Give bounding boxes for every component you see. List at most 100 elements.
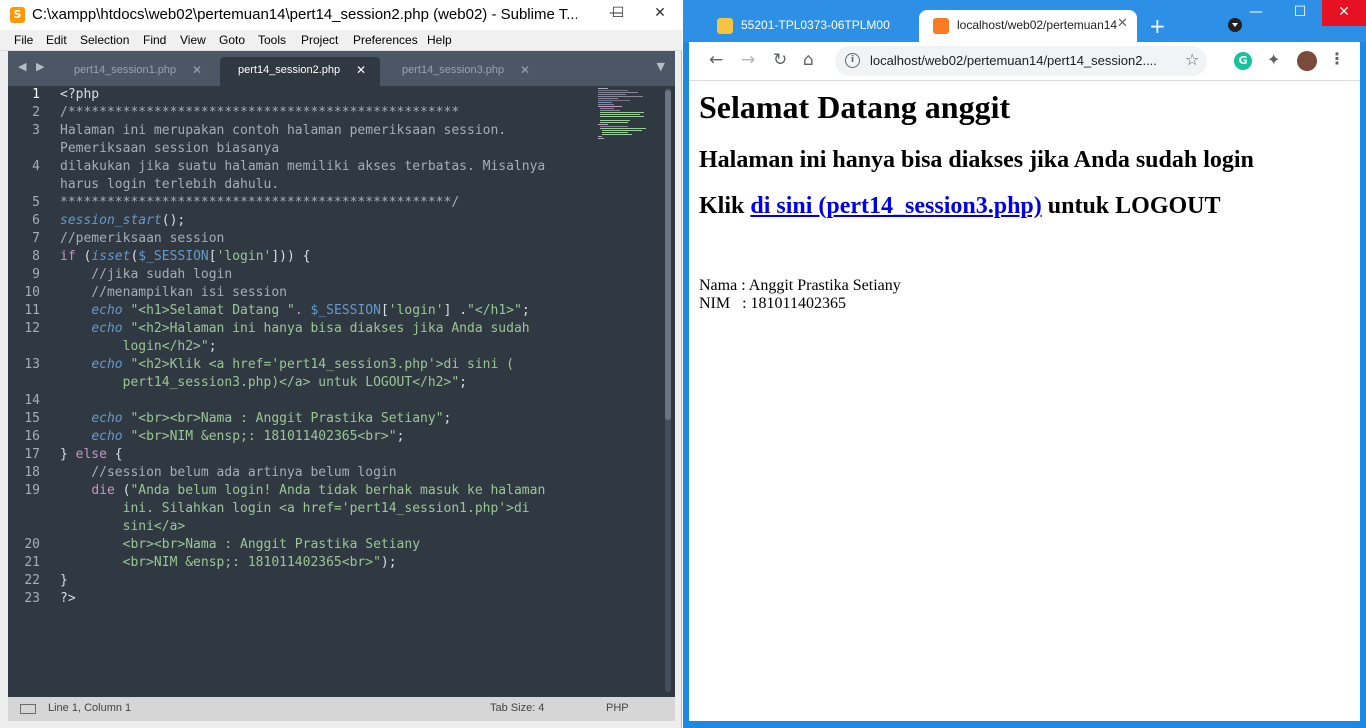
- xampp-favicon-icon: [933, 18, 949, 34]
- tab-pert14-session2[interactable]: pert14_session2.php ✕: [220, 57, 380, 86]
- menu-selection[interactable]: Selection: [80, 33, 129, 47]
- new-tab-button[interactable]: +: [1149, 14, 1166, 38]
- tab-close-icon[interactable]: ✕: [520, 63, 530, 77]
- page-viewport: Selamat Datang anggit Halaman ini hanya …: [689, 80, 1360, 721]
- site-info-icon[interactable]: i: [845, 53, 860, 68]
- line-number: 13: [24, 357, 40, 372]
- menu-view[interactable]: View: [180, 33, 206, 47]
- welcome-heading: Selamat Datang anggit: [699, 89, 1011, 125]
- line-number: 2: [32, 105, 40, 120]
- sublime-close-button[interactable]: ✕: [638, 0, 682, 30]
- menu-tools[interactable]: Tools: [258, 33, 286, 47]
- code-line: /***************************************…: [60, 104, 459, 122]
- sublime-window: S C:\xampp\htdocs\web02\pertemuan14\pert…: [0, 0, 682, 728]
- home-icon[interactable]: ⌂: [803, 50, 814, 70]
- line-number: 3: [32, 123, 40, 138]
- code-token: ini. Silahkan login <a href='pert14_sess…: [60, 501, 530, 516]
- code-token: "<h2>Halaman ini hanya bisa diakses jika…: [130, 321, 530, 336]
- code-line: <?php: [60, 86, 99, 104]
- logout-heading: Klik di sini (pert14_session3.php) untuk…: [699, 193, 1221, 220]
- profile-avatar[interactable]: [1297, 51, 1317, 71]
- code-line: sini</a>: [60, 518, 186, 536]
- menu-find[interactable]: Find: [143, 33, 166, 47]
- line-number: 16: [24, 429, 40, 444]
- line-number: 20: [24, 537, 40, 552]
- code-token: echo: [91, 321, 123, 336]
- code-token: ;: [459, 375, 467, 390]
- chrome-tab-close-icon[interactable]: ✕: [1117, 16, 1128, 31]
- minimap[interactable]: [598, 86, 664, 156]
- tab-dropdown-icon[interactable]: ▼: [657, 60, 665, 73]
- code-area[interactable]: <?php /**********************************…: [60, 86, 600, 697]
- code-editor[interactable]: 1 2 3 4 5 6 7 8 9 10 11 12 13 14 15 16 17 18 19 20 21 22 23 <?…: [8, 86, 675, 697]
- menu-project[interactable]: Project: [301, 33, 338, 47]
- line-number: 12: [24, 321, 40, 336]
- code-token: $_SESSION: [138, 249, 209, 264]
- panel-toggle-icon[interactable]: [20, 704, 36, 714]
- sublime-window-title: C:\xampp\htdocs\web02\pertemuan14\pert14…: [32, 6, 577, 23]
- chrome-menu-icon[interactable]: ⋮: [1329, 49, 1345, 68]
- code-token: (: [114, 483, 131, 498]
- menu-help[interactable]: Help: [427, 33, 452, 47]
- logout-label: untuk LOGOUT: [1047, 193, 1221, 219]
- tab-label: pert14_session3.php: [402, 64, 505, 76]
- menu-goto[interactable]: Goto: [219, 33, 245, 47]
- address-bar[interactable]: i localhost/web02/pertemuan14/pert14_ses…: [835, 46, 1207, 76]
- code-line: ?>: [60, 590, 76, 608]
- code-token: <br>NIM &ensp;: 181011402365<br>": [60, 555, 381, 570]
- code-token: echo: [91, 303, 123, 318]
- code-token: ;: [208, 339, 217, 354]
- elearning-favicon-icon: [717, 18, 733, 34]
- url-text[interactable]: localhost/web02/pertemuan14/pert14_sessi…: [870, 53, 1170, 68]
- tab-pert14-session3[interactable]: pert14_session3.php ✕: [384, 57, 544, 86]
- code-line: echo "<h2>Halaman ini hanya bisa diakses…: [60, 320, 530, 338]
- code-token: "<br><br>Nama : Anggit Prastika Setiany": [130, 411, 444, 426]
- code-token: 'login': [216, 249, 272, 264]
- menu-preferences[interactable]: Preferences: [353, 33, 418, 47]
- chrome-tab-label: localhost/web02/pertemuan14: [957, 18, 1118, 32]
- menu-file[interactable]: File: [14, 33, 33, 47]
- code-token: }: [60, 573, 68, 588]
- line-number: 17: [24, 447, 40, 462]
- code-token: (: [75, 249, 92, 264]
- code-token: ;: [443, 411, 452, 426]
- code-line: echo "<br><br>Nama : Anggit Prastika Set…: [60, 410, 451, 428]
- extensions-puzzle-icon[interactable]: ✦: [1267, 50, 1280, 69]
- tab-pert14-session1[interactable]: pert14_session1.php ✕: [58, 57, 218, 86]
- line-number: 9: [32, 267, 40, 282]
- forward-icon[interactable]: →: [741, 50, 755, 70]
- tab-close-icon[interactable]: ✕: [356, 63, 366, 77]
- back-icon[interactable]: ←: [709, 50, 723, 70]
- tab-close-icon[interactable]: ✕: [192, 63, 202, 77]
- code-line: //pemeriksaan session: [60, 230, 224, 248]
- code-token: if: [60, 249, 76, 264]
- line-number: 18: [24, 465, 40, 480]
- code-token: echo: [91, 429, 123, 444]
- logout-link[interactable]: di sini (pert14_session3.php): [750, 193, 1041, 219]
- code-token: ] .: [443, 303, 468, 318]
- code-token: <br><br>Nama : Anggit Prastika Setiany: [60, 537, 421, 552]
- tab-nav-arrows-icon[interactable]: ◀ ▶: [18, 60, 47, 73]
- chrome-close-button[interactable]: ✕: [1322, 0, 1366, 26]
- bookmark-star-icon[interactable]: ☆: [1185, 50, 1199, 69]
- grammarly-extension-icon[interactable]: G: [1234, 52, 1252, 70]
- chrome-tab-elearning[interactable]: 55201-TPL0373-06TPLM001- ✕: [703, 10, 933, 42]
- chrome-window: 55201-TPL0373-06TPLM001- ✕ localhost/web…: [683, 0, 1366, 728]
- tab-size-indicator[interactable]: Tab Size: 4: [490, 702, 544, 714]
- sublime-maximize-button[interactable]: ☐: [596, 0, 640, 30]
- line-number: 1: [32, 87, 40, 102]
- reload-icon[interactable]: ↻: [773, 50, 787, 70]
- code-line: <br><br>Nama : Anggit Prastika Setiany: [60, 536, 420, 554]
- code-token: Halaman ini merupakan contoh halaman pem…: [60, 123, 507, 138]
- code-line: //jika sudah login: [60, 266, 232, 284]
- syntax-indicator[interactable]: PHP: [606, 702, 629, 714]
- chrome-minimize-button[interactable]: —: [1234, 0, 1278, 26]
- menu-edit[interactable]: Edit: [46, 33, 67, 47]
- code-line: echo "<h2>Klik <a href='pert14_session3.…: [60, 356, 514, 374]
- chrome-tab-localhost[interactable]: localhost/web02/pertemuan14 ✕: [919, 10, 1137, 42]
- editor-scrollbar-thumb[interactable]: [665, 90, 671, 420]
- chrome-maximize-button[interactable]: ☐: [1278, 0, 1322, 26]
- code-line: }: [60, 572, 68, 590]
